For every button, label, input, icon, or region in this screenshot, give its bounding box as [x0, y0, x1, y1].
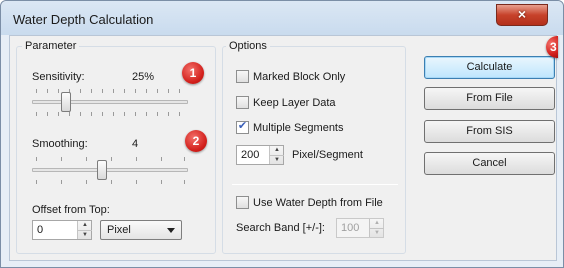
sensitivity-label: Sensitivity: [32, 71, 85, 83]
marked-block-only-checkbox[interactable] [236, 70, 249, 83]
callout-badge-1: 1 [182, 62, 204, 84]
slider-tick [135, 89, 136, 93]
spin-up-icon[interactable]: ▲ [370, 219, 384, 228]
slider-tick [161, 157, 162, 161]
sensitivity-slider-track [32, 100, 188, 104]
slider-tick [161, 180, 162, 184]
dialog-body: Parameter Sensitivity: 25% 1 Smoothing: … [9, 35, 558, 261]
slider-tick [168, 112, 169, 116]
callout-badge-3: 3 [546, 36, 558, 58]
dialog-window: Water Depth Calculation × Parameter Sens… [0, 0, 564, 268]
search-band-spinner[interactable]: 100 ▲ ▼ [336, 218, 384, 238]
check-icon: ✔ [237, 120, 248, 132]
slider-tick [146, 112, 147, 116]
slider-tick [179, 112, 180, 116]
slider-tick [80, 112, 81, 116]
options-divider [232, 184, 398, 185]
slider-tick [69, 112, 70, 116]
search-band-label: Search Band [+/-]: [236, 222, 325, 234]
from-sis-button[interactable]: From SIS [424, 120, 555, 143]
pixel-segment-value: 200 [241, 149, 260, 161]
slider-tick [184, 180, 185, 184]
options-legend: Options [226, 40, 270, 52]
marked-block-only-label[interactable]: Marked Block Only [253, 71, 345, 83]
chevron-down-icon [167, 228, 175, 233]
title-bar[interactable]: Water Depth Calculation × [1, 1, 563, 35]
sensitivity-slider[interactable] [32, 88, 188, 118]
search-band-value: 100 [341, 222, 360, 234]
slider-tick [86, 180, 87, 184]
spin-down-icon[interactable]: ▼ [78, 230, 92, 239]
slider-tick [111, 157, 112, 161]
cancel-button[interactable]: Cancel [424, 152, 555, 175]
slider-tick [86, 157, 87, 161]
slider-tick [124, 89, 125, 93]
slider-tick [113, 89, 114, 93]
pixel-segment-spinner[interactable]: 200 ▲ ▼ [236, 145, 284, 165]
slider-tick [146, 89, 147, 93]
slider-tick [136, 157, 137, 161]
slider-tick [135, 112, 136, 116]
pixel-segment-label: Pixel/Segment [292, 149, 363, 161]
slider-tick [168, 89, 169, 93]
slider-tick [136, 180, 137, 184]
slider-tick [157, 112, 158, 116]
smoothing-slider-thumb[interactable] [97, 160, 107, 180]
slider-tick [102, 89, 103, 93]
window-title: Water Depth Calculation [13, 12, 154, 27]
slider-tick [61, 157, 62, 161]
smoothing-slider[interactable] [32, 156, 188, 186]
slider-tick [91, 112, 92, 116]
slider-tick [58, 112, 59, 116]
smoothing-value: 4 [132, 138, 139, 150]
sensitivity-slider-thumb[interactable] [61, 92, 71, 112]
slider-tick [36, 89, 37, 93]
slider-tick [124, 112, 125, 116]
slider-tick [184, 157, 185, 161]
slider-tick [102, 112, 103, 116]
unit-selected-value: Pixel [107, 224, 131, 236]
slider-tick [157, 89, 158, 93]
use-water-depth-checkbox[interactable] [236, 196, 249, 209]
use-water-depth-label[interactable]: Use Water Depth from File [253, 197, 383, 209]
keep-layer-data-label[interactable]: Keep Layer Data [253, 97, 336, 109]
offset-spinner[interactable]: 0 ▲ ▼ [32, 220, 92, 240]
spin-up-icon[interactable]: ▲ [270, 146, 284, 155]
slider-tick [179, 89, 180, 93]
keep-layer-data-checkbox[interactable] [236, 96, 249, 109]
spin-down-icon[interactable]: ▼ [370, 228, 384, 237]
slider-tick [61, 180, 62, 184]
smoothing-slider-track [32, 168, 188, 172]
spin-up-icon[interactable]: ▲ [78, 221, 92, 230]
callout-badge-2: 2 [185, 130, 207, 152]
slider-tick [36, 180, 37, 184]
smoothing-label: Smoothing: [32, 138, 88, 150]
unit-select[interactable]: Pixel [100, 220, 182, 240]
offset-value: 0 [37, 224, 44, 236]
slider-tick [91, 89, 92, 93]
from-file-button[interactable]: From File [424, 87, 555, 110]
slider-tick [47, 89, 48, 93]
slider-tick [58, 89, 59, 93]
slider-tick [36, 157, 37, 161]
offset-label: Offset from Top: [32, 204, 110, 216]
calculate-button[interactable]: Calculate [424, 56, 555, 79]
slider-tick [111, 180, 112, 184]
slider-tick [113, 112, 114, 116]
slider-tick [47, 112, 48, 116]
slider-tick [36, 112, 37, 116]
close-icon: × [517, 6, 527, 22]
slider-tick [80, 89, 81, 93]
multiple-segments-checkbox[interactable]: ✔ [236, 120, 249, 134]
parameter-legend: Parameter [22, 40, 80, 52]
sensitivity-value: 25% [132, 71, 155, 83]
multiple-segments-label[interactable]: Multiple Segments [253, 122, 344, 134]
spin-down-icon[interactable]: ▼ [270, 155, 284, 164]
close-button[interactable]: × [496, 4, 548, 26]
